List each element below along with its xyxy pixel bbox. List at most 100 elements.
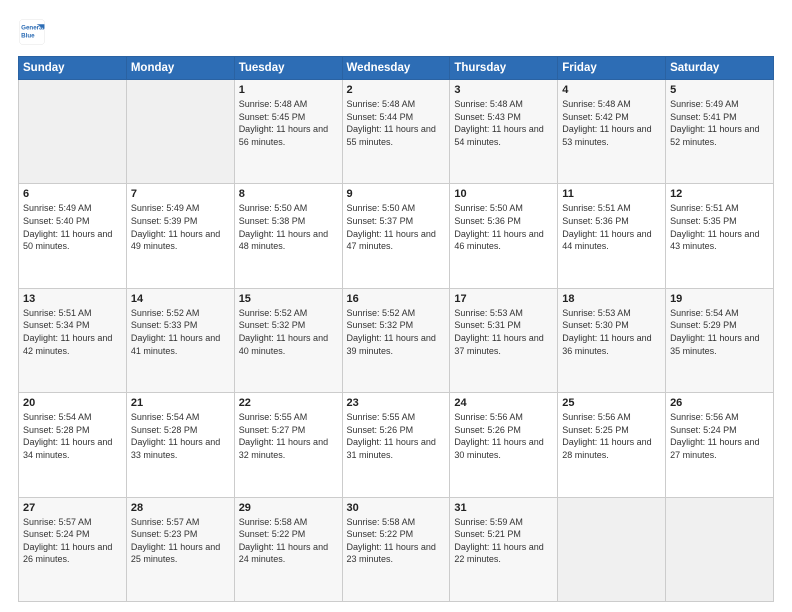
calendar-week-row: 27Sunrise: 5:57 AMSunset: 5:24 PMDayligh… xyxy=(19,497,774,601)
cell-info: Sunrise: 5:58 AMSunset: 5:22 PMDaylight:… xyxy=(239,516,338,566)
calendar-cell: 27Sunrise: 5:57 AMSunset: 5:24 PMDayligh… xyxy=(19,497,127,601)
cell-info: Sunrise: 5:56 AMSunset: 5:24 PMDaylight:… xyxy=(670,411,769,461)
calendar-week-row: 13 Sunrise: 5:51 AMSunset: 5:34 PMDayligh… xyxy=(19,288,774,392)
day-number: 12 xyxy=(670,188,769,200)
cell-info: Sunrise: 5:53 AMSunset: 5:30 PMDaylight:… xyxy=(562,307,661,357)
cell-info: Sunrise: 5:50 AMSunset: 5:36 PMDaylight:… xyxy=(454,202,553,252)
calendar-cell: 12 Sunrise: 5:51 AMSunset: 5:35 PMDayligh… xyxy=(666,184,774,288)
cell-info: Sunrise: 5:53 AMSunset: 5:31 PMDaylight:… xyxy=(454,307,553,357)
cell-info: Sunrise: 5:51 AMSunset: 5:34 PMDaylight:… xyxy=(23,307,122,357)
cell-info: Sunrise: 5:49 AMSunset: 5:39 PMDaylight:… xyxy=(131,202,230,252)
day-number: 9 xyxy=(347,188,446,200)
calendar-cell: 22 Sunrise: 5:55 AMSunset: 5:27 PMDayligh… xyxy=(234,393,342,497)
day-number: 31 xyxy=(454,502,553,514)
calendar-cell: 18 Sunrise: 5:53 AMSunset: 5:30 PMDayligh… xyxy=(558,288,666,392)
day-number: 22 xyxy=(239,397,338,409)
cell-info: Sunrise: 5:48 AMSunset: 5:43 PMDaylight:… xyxy=(454,98,553,148)
calendar-cell: 11 Sunrise: 5:51 AMSunset: 5:36 PMDayligh… xyxy=(558,184,666,288)
day-number: 11 xyxy=(562,188,661,200)
cell-info: Sunrise: 5:51 AMSunset: 5:35 PMDaylight:… xyxy=(670,202,769,252)
weekday-header: Saturday xyxy=(666,57,774,80)
weekday-header: Wednesday xyxy=(342,57,450,80)
calendar-week-row: 1 Sunrise: 5:48 AMSunset: 5:45 PMDaylight… xyxy=(19,80,774,184)
day-number: 7 xyxy=(131,188,230,200)
calendar-cell: 23Sunrise: 5:55 AMSunset: 5:26 PMDayligh… xyxy=(342,393,450,497)
cell-info: Sunrise: 5:48 AMSunset: 5:45 PMDaylight:… xyxy=(239,98,338,148)
cell-info: Sunrise: 5:55 AMSunset: 5:27 PMDaylight:… xyxy=(239,411,338,461)
calendar-cell: 9 Sunrise: 5:50 AMSunset: 5:37 PMDaylight… xyxy=(342,184,450,288)
calendar-cell: 31 Sunrise: 5:59 AMSunset: 5:21 PMDayligh… xyxy=(450,497,558,601)
calendar-cell: 7 Sunrise: 5:49 AMSunset: 5:39 PMDaylight… xyxy=(126,184,234,288)
page: General Blue SundayMondayTuesdayWednesda… xyxy=(0,0,792,612)
day-number: 27 xyxy=(23,502,122,514)
day-number: 28 xyxy=(131,502,230,514)
calendar-cell: 8 Sunrise: 5:50 AMSunset: 5:38 PMDaylight… xyxy=(234,184,342,288)
logo: General Blue xyxy=(18,18,50,46)
day-number: 17 xyxy=(454,293,553,305)
day-number: 18 xyxy=(562,293,661,305)
day-number: 15 xyxy=(239,293,338,305)
calendar-cell: 14Sunrise: 5:52 AMSunset: 5:33 PMDayligh… xyxy=(126,288,234,392)
day-number: 2 xyxy=(347,84,446,96)
weekday-header: Sunday xyxy=(19,57,127,80)
calendar-cell: 19Sunrise: 5:54 AMSunset: 5:29 PMDayligh… xyxy=(666,288,774,392)
calendar-header: SundayMondayTuesdayWednesdayThursdayFrid… xyxy=(19,57,774,80)
day-number: 16 xyxy=(347,293,446,305)
weekday-header: Thursday xyxy=(450,57,558,80)
day-number: 3 xyxy=(454,84,553,96)
cell-info: Sunrise: 5:51 AMSunset: 5:36 PMDaylight:… xyxy=(562,202,661,252)
calendar-cell: 4 Sunrise: 5:48 AMSunset: 5:42 PMDaylight… xyxy=(558,80,666,184)
day-number: 6 xyxy=(23,188,122,200)
day-number: 24 xyxy=(454,397,553,409)
calendar-cell: 20 Sunrise: 5:54 AMSunset: 5:28 PMDayligh… xyxy=(19,393,127,497)
cell-info: Sunrise: 5:54 AMSunset: 5:28 PMDaylight:… xyxy=(23,411,122,461)
day-number: 14 xyxy=(131,293,230,305)
calendar-cell: 24 Sunrise: 5:56 AMSunset: 5:26 PMDayligh… xyxy=(450,393,558,497)
day-number: 23 xyxy=(347,397,446,409)
calendar-cell xyxy=(666,497,774,601)
day-number: 26 xyxy=(670,397,769,409)
day-number: 13 xyxy=(23,293,122,305)
calendar-cell: 29 Sunrise: 5:58 AMSunset: 5:22 PMDayligh… xyxy=(234,497,342,601)
calendar-cell: 15Sunrise: 5:52 AMSunset: 5:32 PMDayligh… xyxy=(234,288,342,392)
calendar-body: 1 Sunrise: 5:48 AMSunset: 5:45 PMDaylight… xyxy=(19,80,774,602)
calendar-cell: 5 Sunrise: 5:49 AMSunset: 5:41 PMDaylight… xyxy=(666,80,774,184)
day-number: 21 xyxy=(131,397,230,409)
calendar-cell: 16Sunrise: 5:52 AMSunset: 5:32 PMDayligh… xyxy=(342,288,450,392)
cell-info: Sunrise: 5:48 AMSunset: 5:42 PMDaylight:… xyxy=(562,98,661,148)
day-number: 5 xyxy=(670,84,769,96)
calendar-cell xyxy=(19,80,127,184)
calendar-cell: 3 Sunrise: 5:48 AMSunset: 5:43 PMDaylight… xyxy=(450,80,558,184)
day-number: 29 xyxy=(239,502,338,514)
calendar-cell: 1 Sunrise: 5:48 AMSunset: 5:45 PMDaylight… xyxy=(234,80,342,184)
calendar-cell: 28 Sunrise: 5:57 AMSunset: 5:23 PMDayligh… xyxy=(126,497,234,601)
logo-icon: General Blue xyxy=(18,18,46,46)
cell-info: Sunrise: 5:54 AMSunset: 5:28 PMDaylight:… xyxy=(131,411,230,461)
day-number: 20 xyxy=(23,397,122,409)
cell-info: Sunrise: 5:50 AMSunset: 5:38 PMDaylight:… xyxy=(239,202,338,252)
calendar-cell: 17 Sunrise: 5:53 AMSunset: 5:31 PMDayligh… xyxy=(450,288,558,392)
calendar-cell: 13 Sunrise: 5:51 AMSunset: 5:34 PMDayligh… xyxy=(19,288,127,392)
day-number: 25 xyxy=(562,397,661,409)
calendar-cell: 26 Sunrise: 5:56 AMSunset: 5:24 PMDayligh… xyxy=(666,393,774,497)
day-number: 8 xyxy=(239,188,338,200)
calendar-cell xyxy=(558,497,666,601)
day-number: 30 xyxy=(347,502,446,514)
calendar-cell: 30Sunrise: 5:58 AMSunset: 5:22 PMDayligh… xyxy=(342,497,450,601)
svg-text:Blue: Blue xyxy=(21,32,35,39)
cell-info: Sunrise: 5:56 AMSunset: 5:26 PMDaylight:… xyxy=(454,411,553,461)
day-number: 19 xyxy=(670,293,769,305)
calendar-cell: 25Sunrise: 5:56 AMSunset: 5:25 PMDayligh… xyxy=(558,393,666,497)
day-number: 4 xyxy=(562,84,661,96)
weekday-row: SundayMondayTuesdayWednesdayThursdayFrid… xyxy=(19,57,774,80)
calendar-week-row: 20 Sunrise: 5:54 AMSunset: 5:28 PMDayligh… xyxy=(19,393,774,497)
calendar-cell: 6 Sunrise: 5:49 AMSunset: 5:40 PMDaylight… xyxy=(19,184,127,288)
cell-info: Sunrise: 5:57 AMSunset: 5:23 PMDaylight:… xyxy=(131,516,230,566)
cell-info: Sunrise: 5:50 AMSunset: 5:37 PMDaylight:… xyxy=(347,202,446,252)
cell-info: Sunrise: 5:49 AMSunset: 5:41 PMDaylight:… xyxy=(670,98,769,148)
calendar-cell: 21 Sunrise: 5:54 AMSunset: 5:28 PMDayligh… xyxy=(126,393,234,497)
day-number: 1 xyxy=(239,84,338,96)
header: General Blue xyxy=(18,18,774,46)
cell-info: Sunrise: 5:59 AMSunset: 5:21 PMDaylight:… xyxy=(454,516,553,566)
cell-info: Sunrise: 5:49 AMSunset: 5:40 PMDaylight:… xyxy=(23,202,122,252)
